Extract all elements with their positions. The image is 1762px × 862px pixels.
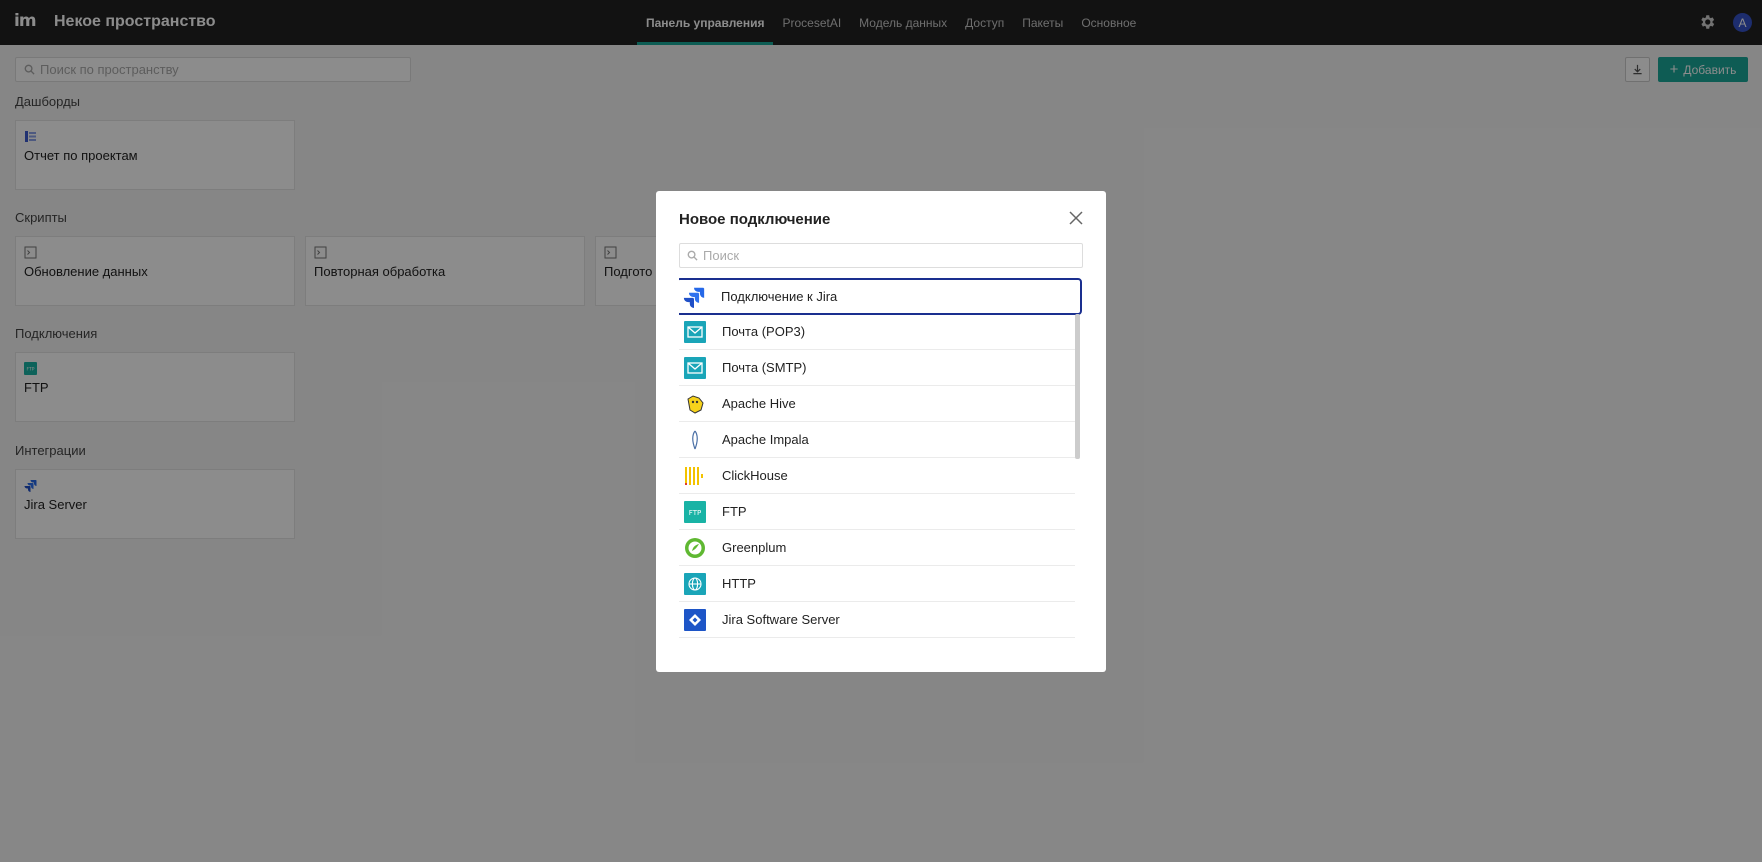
list-item-apache-impala[interactable]: Apache Impala [679, 422, 1075, 458]
close-icon[interactable] [1068, 210, 1084, 226]
svg-text:FTP: FTP [689, 509, 701, 517]
list-item-label: Greenplum [722, 540, 787, 555]
list-item-jira[interactable]: Подключение к Jira [679, 278, 1082, 315]
list-item-label: Подключение к Jira [721, 289, 838, 304]
jira-software-icon [684, 608, 706, 631]
list-item-greenplum[interactable]: Greenplum [679, 530, 1075, 566]
list-item-pop3[interactable]: Почта (POP3) [679, 314, 1075, 350]
globe-icon [684, 572, 706, 595]
list-item-label: Jira Software Server [722, 612, 840, 627]
mail-icon [684, 320, 706, 343]
list-item-label: Почта (SMTP) [722, 360, 807, 375]
search-icon [687, 250, 698, 261]
jira-icon [683, 286, 705, 308]
list-item-label: Почта (POP3) [722, 324, 806, 339]
list-item-jira-software-server[interactable]: Jira Software Server [679, 602, 1075, 638]
new-connection-dialog: Новое подключение Поиск Подключение к Ji… [656, 191, 1106, 672]
list-item-ftp[interactable]: FTP FTP [679, 494, 1075, 530]
list-item-label: ClickHouse [722, 468, 788, 483]
dialog-title: Новое подключение [679, 211, 831, 228]
list-item-label: FTP [722, 504, 747, 519]
list-item-label: Apache Hive [722, 396, 796, 411]
list-item-smtp[interactable]: Почта (SMTP) [679, 350, 1075, 386]
list-item-apache-hive[interactable]: Apache Hive [679, 386, 1075, 422]
clickhouse-icon [684, 465, 706, 487]
mail-icon [684, 356, 706, 379]
list-item-clickhouse[interactable]: ClickHouse [679, 458, 1075, 494]
list-scrollbar[interactable] [1075, 314, 1080, 459]
greenplum-icon [684, 537, 706, 559]
hive-icon [684, 393, 706, 415]
list-item-http[interactable]: HTTP [679, 566, 1075, 602]
ftp-icon: FTP [684, 500, 706, 523]
list-item-label: HTTP [722, 576, 756, 591]
search-placeholder: Поиск [703, 248, 740, 263]
impala-icon [684, 429, 706, 451]
dialog-search-input[interactable]: Поиск [679, 243, 1083, 268]
list-item-label: Apache Impala [722, 432, 809, 447]
connection-type-list: Подключение к Jira Почта (POP3) Почта (S… [679, 278, 1083, 638]
